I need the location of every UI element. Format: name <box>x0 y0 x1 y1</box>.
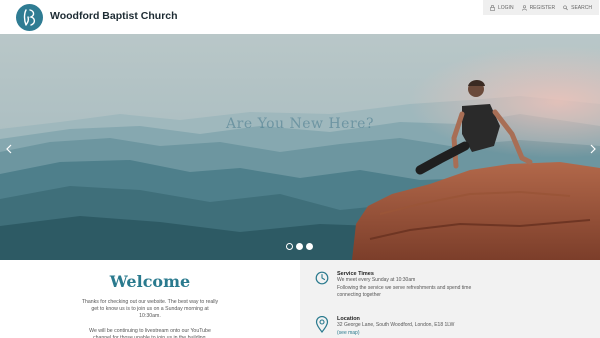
slider-dot-1[interactable] <box>286 243 293 250</box>
church-logo[interactable] <box>16 4 43 31</box>
welcome-title: Welcome <box>109 272 191 291</box>
see-map-link[interactable]: (see map) <box>337 330 477 336</box>
slider-dots <box>286 243 313 250</box>
map-pin-icon <box>315 316 329 333</box>
service-times-line-2: Following the service we serve refreshme… <box>337 284 472 299</box>
hero-caption: Are You New Here? <box>226 116 374 132</box>
location-text: Location 32 George Lane, South Woodford,… <box>337 316 477 336</box>
slider-dot-2[interactable] <box>296 243 303 250</box>
logo-icon <box>23 9 36 26</box>
chevron-left-icon <box>6 144 12 154</box>
location-address: 32 George Lane, South Woodford, London, … <box>337 322 455 328</box>
user-icon <box>521 4 527 11</box>
service-times-text: Service Times We meet every Sunday at 10… <box>337 271 477 300</box>
site-header: Woodford Baptist Church LOGIN REGISTER S… <box>0 0 600 34</box>
login-label: LOGIN <box>498 4 514 11</box>
hero-slider[interactable]: Are You New Here? <box>0 34 600 260</box>
slider-prev-button[interactable] <box>4 142 14 156</box>
search-link[interactable]: SEARCH <box>559 0 596 15</box>
slider-next-button[interactable] <box>588 142 598 156</box>
login-link[interactable]: LOGIN <box>486 0 518 15</box>
service-times-line-1: We meet every Sunday at 10:30am <box>337 277 416 283</box>
search-icon <box>563 4 568 10</box>
welcome-paragraph-2: We will be continuing to livestream onto… <box>89 327 211 338</box>
register-link[interactable]: REGISTER <box>518 0 560 15</box>
utility-nav: LOGIN REGISTER SEARCH <box>483 0 599 15</box>
welcome-paragraph-1: Thanks for checking out our website. The… <box>81 299 219 320</box>
welcome-section: Welcome Thanks for checking out our webs… <box>0 260 300 338</box>
chevron-right-icon <box>590 144 596 154</box>
hero-image <box>0 34 600 260</box>
register-label: REGISTER <box>529 4 556 11</box>
slider-dot-3[interactable] <box>306 243 313 250</box>
search-label: SEARCH <box>571 4 592 11</box>
lock-icon <box>490 4 495 11</box>
site-title[interactable]: Woodford Baptist Church <box>50 10 178 22</box>
clock-icon <box>315 271 329 285</box>
info-panel: Service Times We meet every Sunday at 10… <box>300 260 600 338</box>
